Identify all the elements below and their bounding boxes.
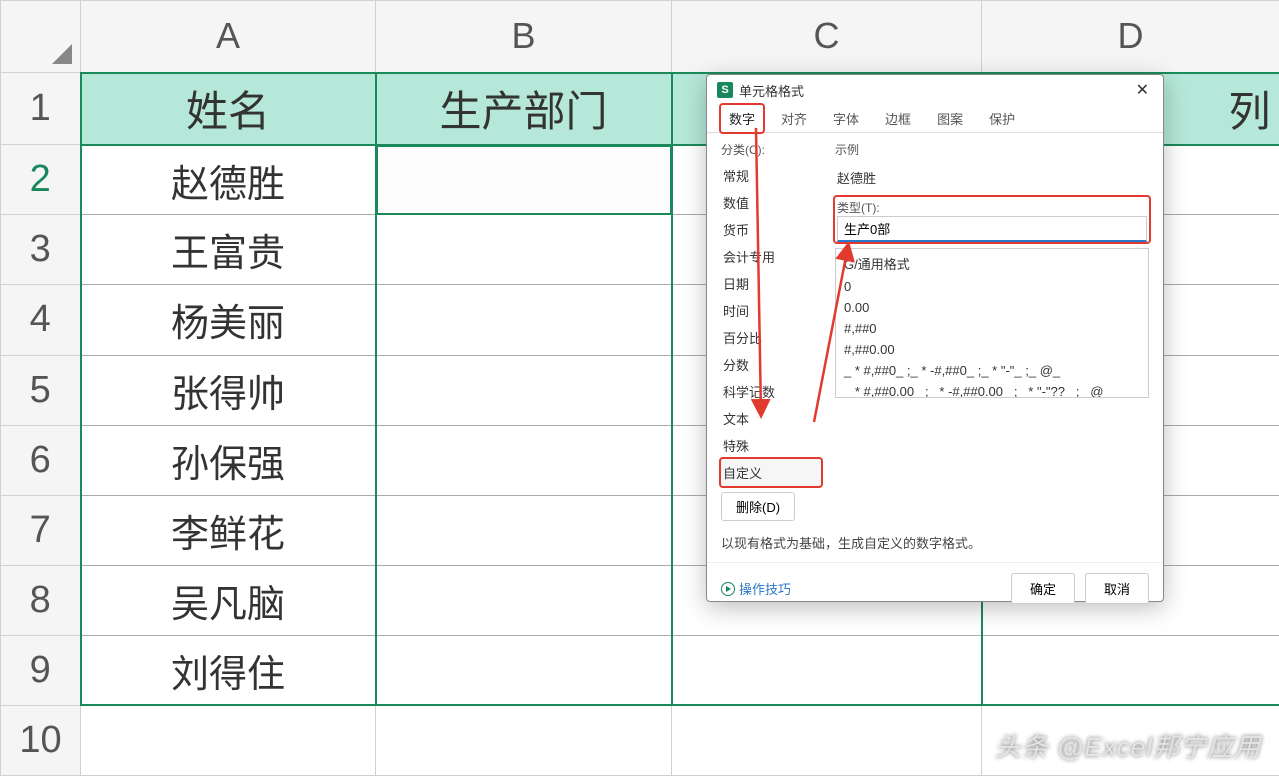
- col-header-D[interactable]: D: [982, 1, 1279, 73]
- cell-B1[interactable]: 生产部门: [376, 73, 672, 145]
- category-item[interactable]: 常规: [721, 162, 821, 189]
- format-item[interactable]: #,##0: [836, 318, 1148, 339]
- dialog-tabs: 数字 对齐 字体 边框 图案 保护: [707, 105, 1163, 133]
- row-header-5[interactable]: 5: [1, 355, 81, 425]
- col-header-B[interactable]: B: [376, 1, 672, 73]
- cell-B9[interactable]: [376, 635, 672, 705]
- delete-button[interactable]: 删除(D): [721, 492, 795, 521]
- sample-value: 赵德胜: [835, 164, 1149, 191]
- format-list[interactable]: G/通用格式 0 0.00 #,##0 #,##0.00 _ * #,##0_ …: [835, 248, 1149, 398]
- format-item[interactable]: #,##0.00: [836, 339, 1148, 360]
- dialog-title: 单元格格式: [739, 81, 804, 100]
- watermark: 头条 @Excel邦宁应用: [995, 727, 1261, 764]
- category-label: 分类(C):: [721, 141, 821, 158]
- format-item[interactable]: G/通用格式: [836, 251, 1148, 276]
- row-header-10[interactable]: 10: [1, 705, 81, 775]
- row-header-9[interactable]: 9: [1, 635, 81, 705]
- sample-label: 示例: [835, 141, 1149, 158]
- row-header-7[interactable]: 7: [1, 495, 81, 565]
- category-item[interactable]: 百分比: [721, 324, 821, 351]
- col-header-C[interactable]: C: [672, 1, 982, 73]
- cell-A1[interactable]: 姓名: [81, 73, 376, 145]
- cancel-button[interactable]: 取消: [1085, 573, 1149, 604]
- app-icon: S: [717, 82, 733, 98]
- category-item[interactable]: 时间: [721, 297, 821, 324]
- type-input[interactable]: [837, 216, 1147, 242]
- cell-B3[interactable]: [376, 215, 672, 285]
- category-item[interactable]: 日期: [721, 270, 821, 297]
- cell-B4[interactable]: [376, 285, 672, 355]
- tips-label: 操作技巧: [739, 579, 791, 598]
- category-item-custom[interactable]: 自定义: [721, 459, 821, 486]
- cell-A8[interactable]: 吴凡脑: [81, 565, 376, 635]
- cell-A6[interactable]: 孙保强: [81, 425, 376, 495]
- cell-A10[interactable]: [81, 705, 376, 775]
- format-item[interactable]: 0: [836, 276, 1148, 297]
- cell-C10[interactable]: [672, 705, 982, 775]
- category-item[interactable]: 会计专用: [721, 243, 821, 270]
- tab-font[interactable]: 字体: [825, 105, 867, 132]
- category-item[interactable]: 数值: [721, 189, 821, 216]
- column-header-row: A B C D: [1, 1, 1279, 73]
- cell-D9[interactable]: [982, 635, 1279, 705]
- tab-align[interactable]: 对齐: [773, 105, 815, 132]
- tab-protect[interactable]: 保护: [981, 105, 1023, 132]
- cell-A7[interactable]: 李鲜花: [81, 495, 376, 565]
- table-row: 9 刘得住: [1, 635, 1279, 705]
- cell-A2[interactable]: 赵德胜: [81, 145, 376, 215]
- cell-B6[interactable]: [376, 425, 672, 495]
- row-header-6[interactable]: 6: [1, 425, 81, 495]
- format-item[interactable]: _ * #,##0_ ;_ * -#,##0_ ;_ * "-"_ ;_ @_: [836, 360, 1148, 381]
- select-all-corner[interactable]: [1, 1, 81, 73]
- cell-B7[interactable]: [376, 495, 672, 565]
- category-item[interactable]: 分数: [721, 351, 821, 378]
- category-item[interactable]: 文本: [721, 405, 821, 432]
- dialog-titlebar[interactable]: S 单元格格式 ✕: [707, 75, 1163, 105]
- category-item[interactable]: 货币: [721, 216, 821, 243]
- hint-text: 以现有格式为基础，生成自定义的数字格式。: [707, 529, 1163, 562]
- cell-B10[interactable]: [376, 705, 672, 775]
- tab-pattern[interactable]: 图案: [929, 105, 971, 132]
- ok-button[interactable]: 确定: [1011, 573, 1075, 604]
- cell-A3[interactable]: 王富贵: [81, 215, 376, 285]
- cell-C9[interactable]: [672, 635, 982, 705]
- cell-B2[interactable]: [376, 145, 672, 215]
- cell-A4[interactable]: 杨美丽: [81, 285, 376, 355]
- tab-number[interactable]: 数字: [721, 105, 763, 132]
- cell-A9[interactable]: 刘得住: [81, 635, 376, 705]
- close-icon[interactable]: ✕: [1132, 80, 1153, 100]
- row-header-2[interactable]: 2: [1, 145, 81, 215]
- category-item[interactable]: 科学记数: [721, 378, 821, 405]
- row-header-3[interactable]: 3: [1, 215, 81, 285]
- cell-A5[interactable]: 张得帅: [81, 355, 376, 425]
- col-header-A[interactable]: A: [81, 1, 376, 73]
- format-item[interactable]: 0.00: [836, 297, 1148, 318]
- tips-link[interactable]: 操作技巧: [721, 579, 791, 598]
- row-header-1[interactable]: 1: [1, 73, 81, 145]
- category-item[interactable]: 特殊: [721, 432, 821, 459]
- format-item[interactable]: _ * #,##0.00_ ;_ * -#,##0.00_ ;_ * "-"??…: [836, 381, 1148, 398]
- row-header-8[interactable]: 8: [1, 565, 81, 635]
- category-list[interactable]: 常规 数值 货币 会计专用 日期 时间 百分比 分数 科学记数 文本 特殊 自定…: [721, 162, 821, 486]
- tab-border[interactable]: 边框: [877, 105, 919, 132]
- cell-B5[interactable]: [376, 355, 672, 425]
- cell-format-dialog: S 单元格格式 ✕ 数字 对齐 字体 边框 图案 保护 分类(C): 常规 数值…: [706, 74, 1164, 602]
- play-icon: [721, 582, 735, 596]
- type-label: 类型(T):: [837, 199, 1147, 216]
- cell-B8[interactable]: [376, 565, 672, 635]
- row-header-4[interactable]: 4: [1, 285, 81, 355]
